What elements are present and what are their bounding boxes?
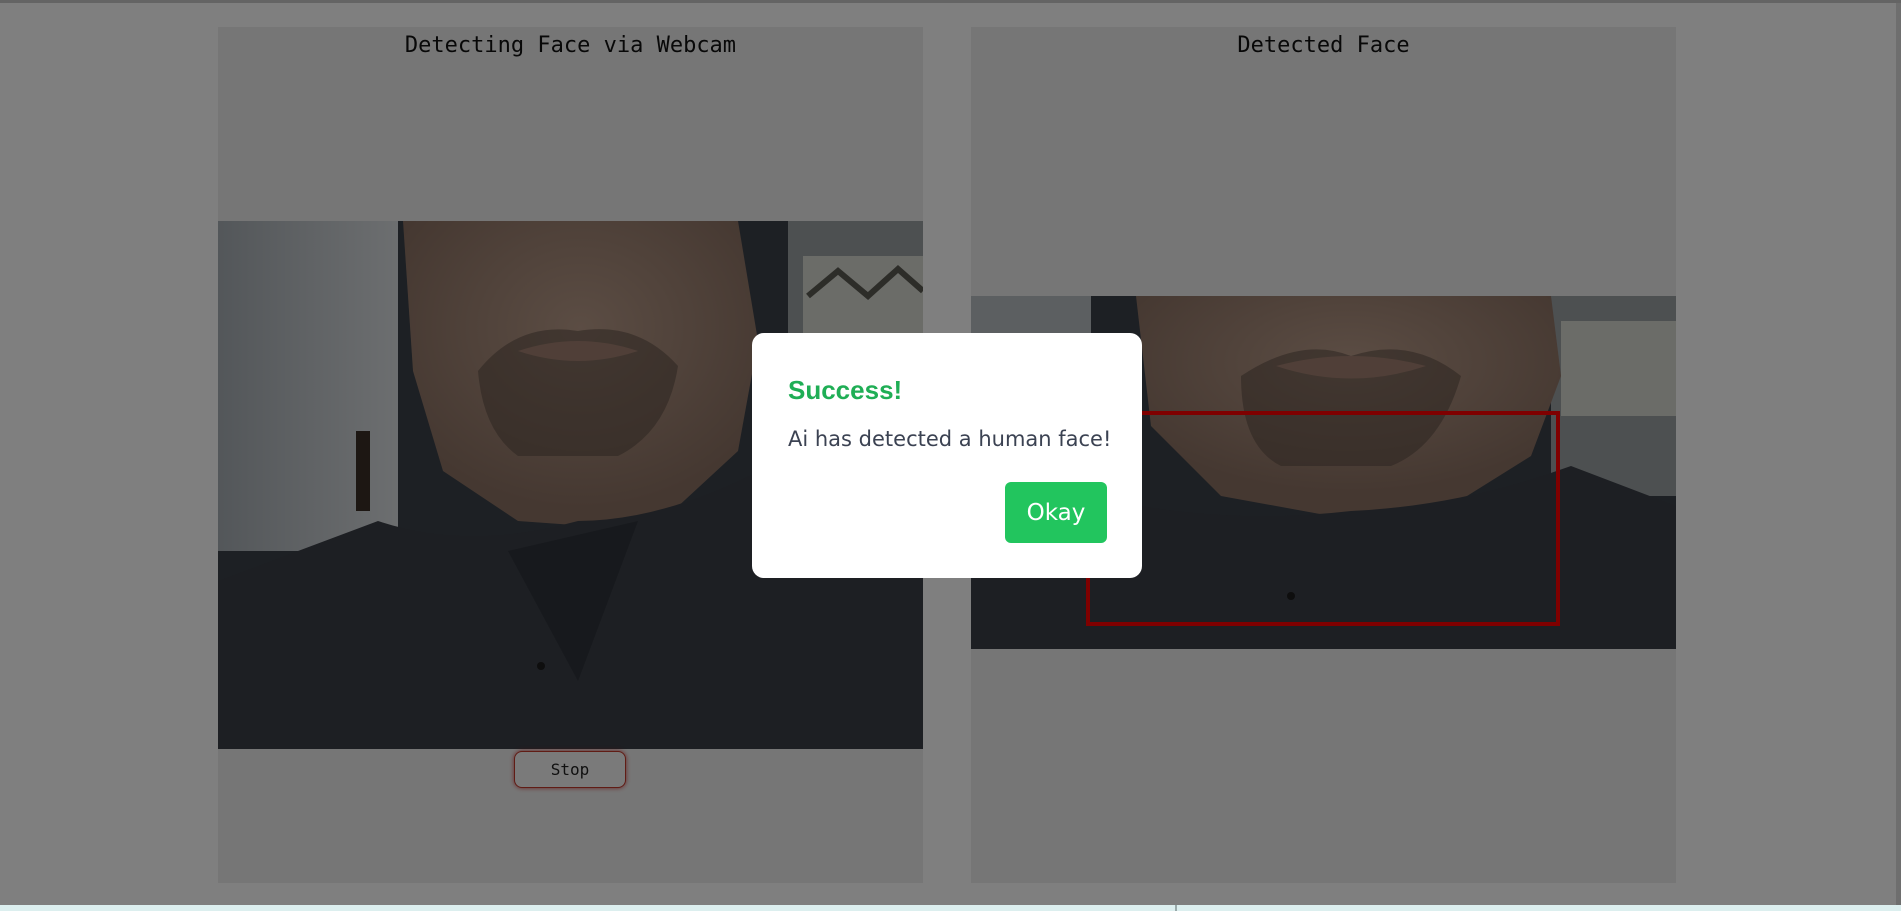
okay-button[interactable]: Okay [1005,482,1107,543]
dialog-title: Success! [788,375,903,405]
scroll-marker [1175,905,1177,911]
success-dialog: Success! Ai has detected a human face! O… [752,333,1142,578]
dialog-message: Ai has detected a human face! [788,427,1112,451]
bottom-scrollbar[interactable] [0,905,1901,911]
